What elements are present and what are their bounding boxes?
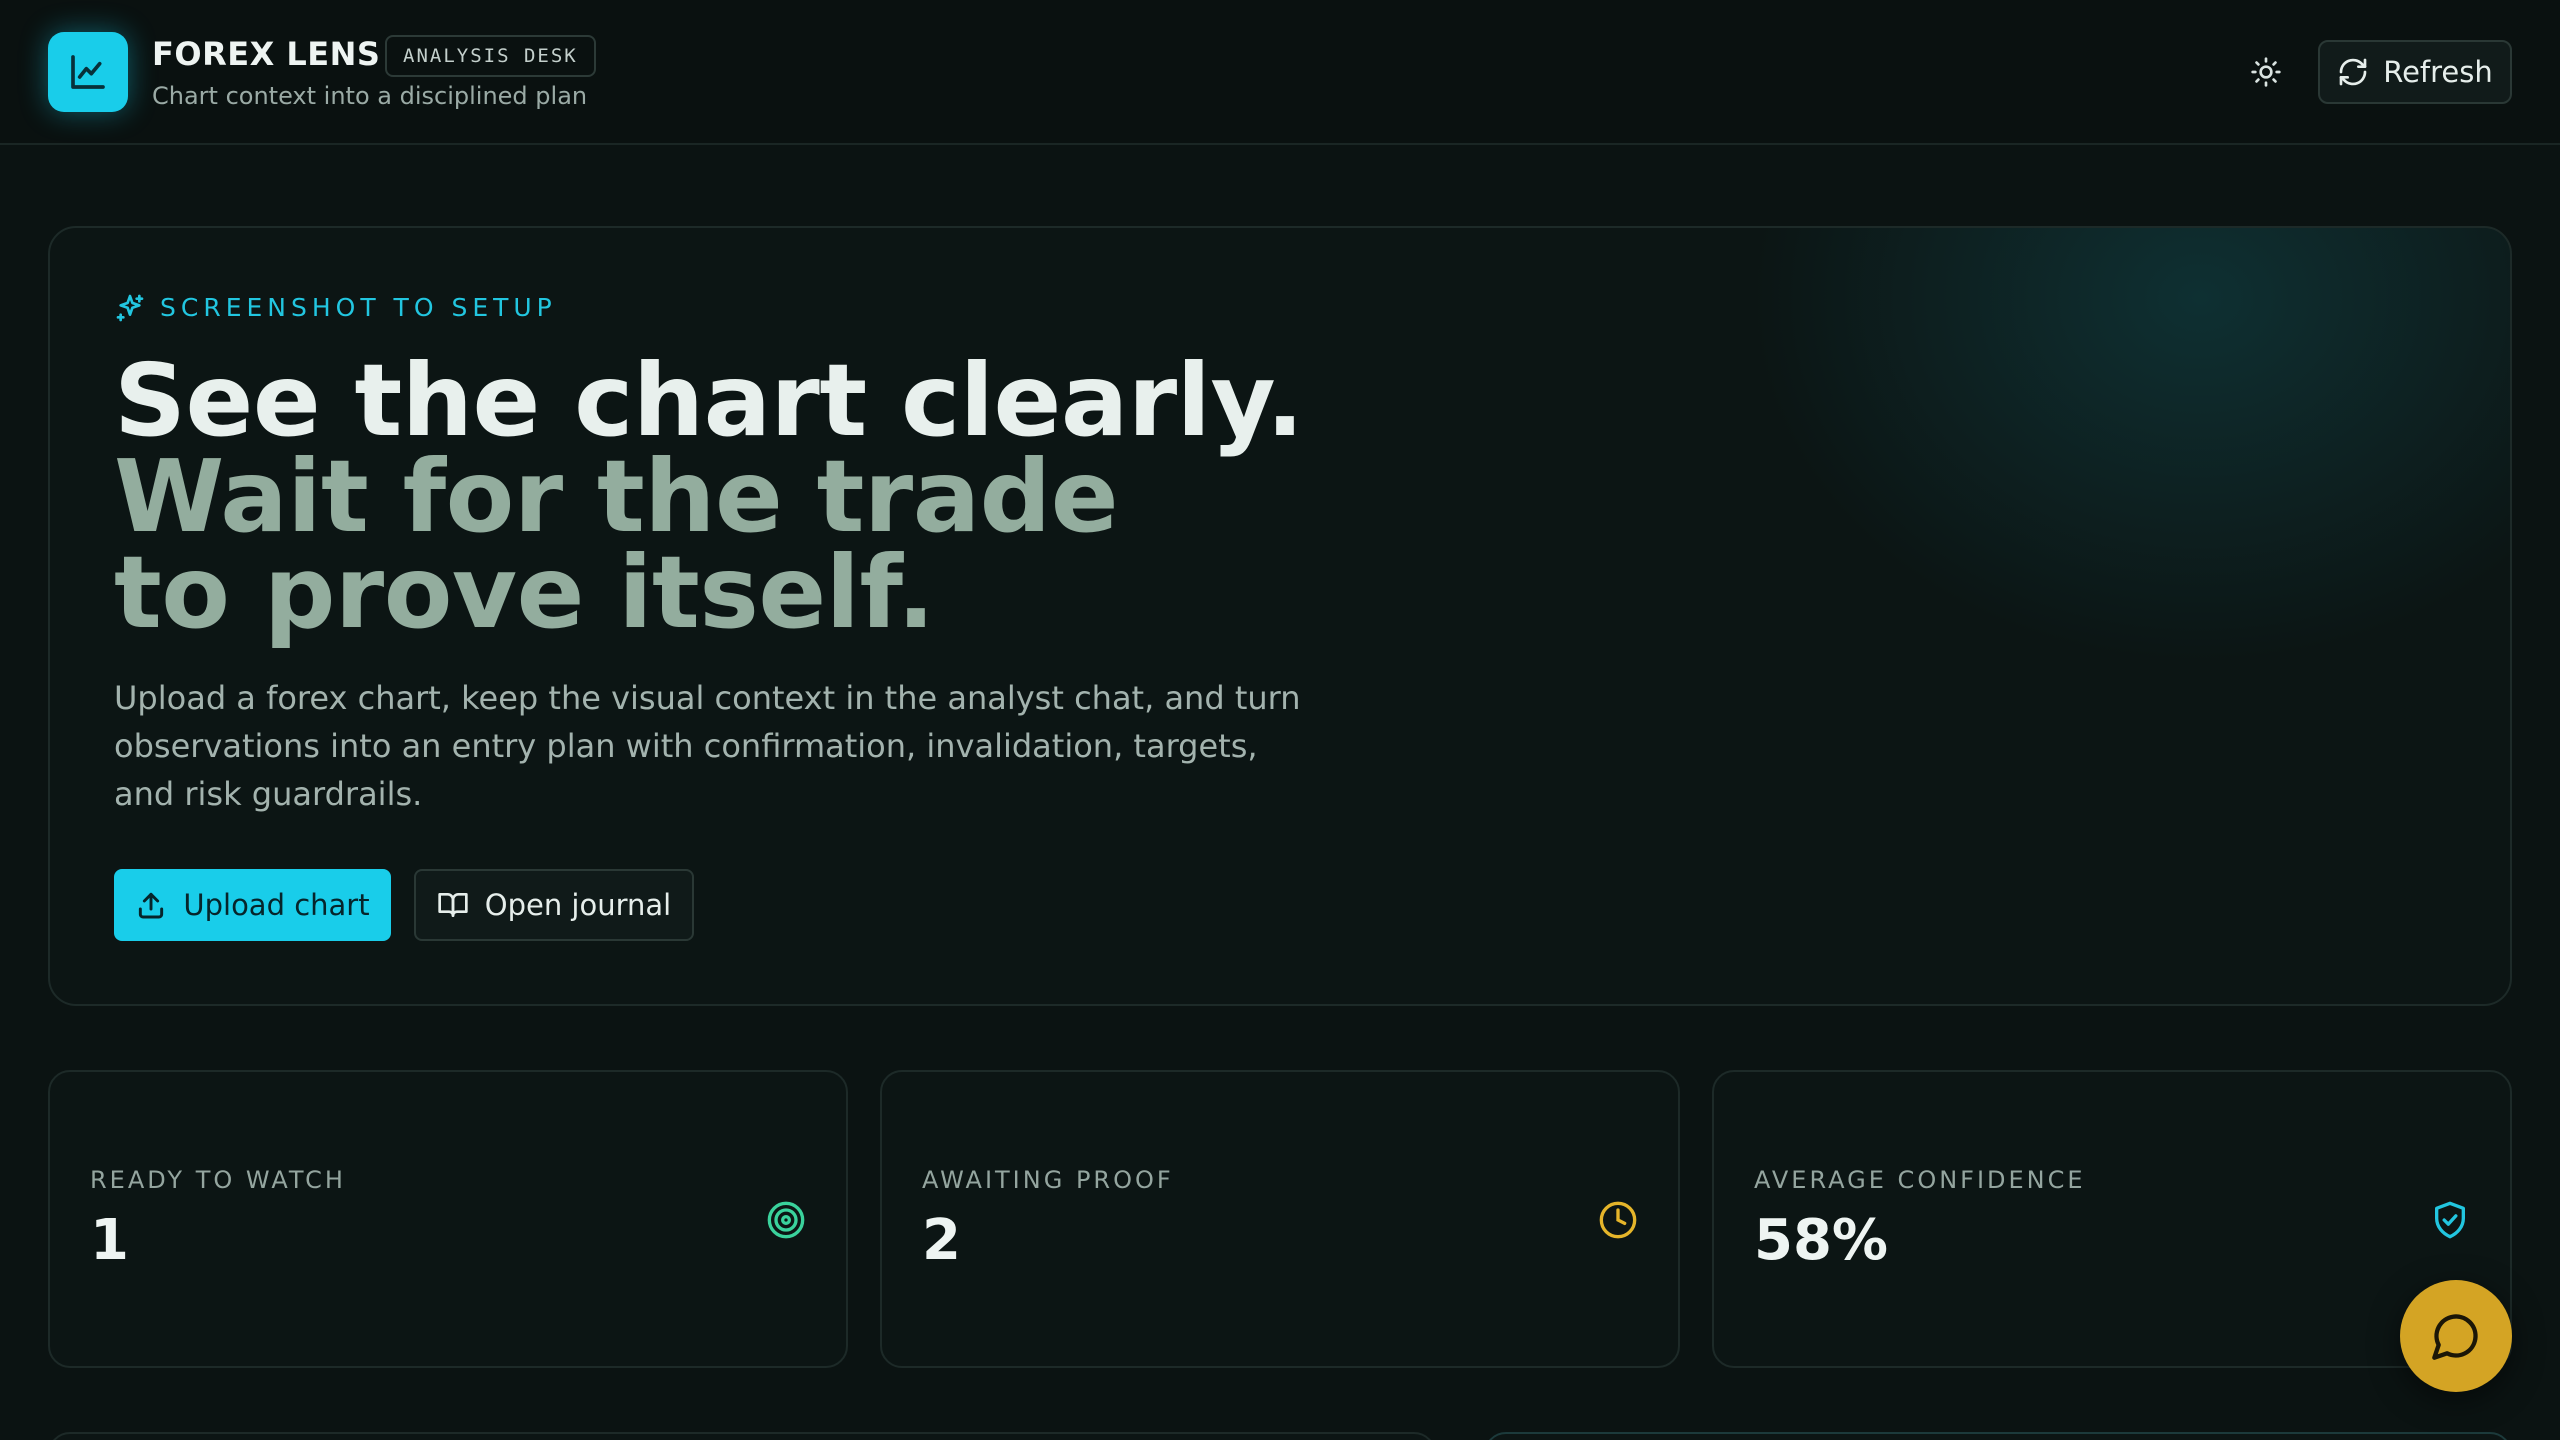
book-open-icon <box>438 893 468 917</box>
stat-icon-wrap <box>1598 1200 1638 1240</box>
stat-value: 1 <box>90 1208 129 1273</box>
stat-card-ready: READY TO WATCH 1 <box>48 1070 848 1368</box>
stat-label: AVERAGE CONFIDENCE <box>1754 1166 2086 1194</box>
shield-check-icon <box>2435 1201 2465 1239</box>
sun-icon <box>2251 57 2281 87</box>
hero-headline: See the chart clearly. Wait for the trad… <box>114 342 1304 651</box>
lower-panel-left <box>48 1432 1436 1440</box>
headline-line-1: See the chart clearly. <box>114 342 1304 459</box>
app-root: FOREX LENS ANALYSIS DESK Chart context i… <box>0 0 2560 1440</box>
upload-icon <box>139 892 164 919</box>
brand-logo[interactable] <box>48 32 128 112</box>
clock-icon <box>1599 1201 1637 1239</box>
hero-description: Upload a forex chart, keep the visual co… <box>114 679 1301 813</box>
stat-label: READY TO WATCH <box>90 1166 346 1194</box>
desk-badge: ANALYSIS DESK <box>385 35 596 77</box>
hero-eyebrow-text: SCREENSHOT TO SETUP <box>160 293 557 322</box>
chat-bubble-icon <box>2432 1314 2478 1360</box>
analyst-chat-button[interactable] <box>2400 1280 2512 1392</box>
upload-chart-label: Upload chart <box>183 888 370 922</box>
refresh-button[interactable]: Refresh <box>2318 40 2512 104</box>
headline-line-2: Wait for the trade <box>114 438 1119 555</box>
headline-line-3: to prove itself. <box>114 534 935 651</box>
line-chart-icon <box>71 55 105 89</box>
theme-toggle-button[interactable] <box>2246 52 2286 92</box>
hero-panel: SCREENSHOT TO SETUP See the chart clearl… <box>48 226 2512 1006</box>
sparkles-icon <box>116 294 144 322</box>
target-icon <box>767 1201 805 1239</box>
open-journal-button[interactable]: Open journal <box>414 869 694 941</box>
lower-panel-right <box>1484 1432 2512 1440</box>
stat-icon-wrap <box>2430 1200 2470 1240</box>
brand-tagline: Chart context into a disciplined plan <box>152 82 588 110</box>
stat-value: 58% <box>1754 1208 1889 1273</box>
upload-chart-button[interactable]: Upload chart <box>114 869 391 941</box>
top-header: FOREX LENS ANALYSIS DESK Chart context i… <box>0 0 2560 145</box>
stat-card-confidence: AVERAGE CONFIDENCE 58% <box>1712 1070 2512 1368</box>
refresh-label: Refresh <box>2383 55 2493 89</box>
refresh-icon <box>2339 58 2367 86</box>
stat-icon-wrap <box>766 1200 806 1240</box>
stat-value: 2 <box>922 1208 961 1273</box>
hero-eyebrow: SCREENSHOT TO SETUP <box>114 292 557 324</box>
stat-label: AWAITING PROOF <box>922 1166 1174 1194</box>
brand-name: FOREX LENS <box>152 35 381 73</box>
stat-card-awaiting: AWAITING PROOF 2 <box>880 1070 1680 1368</box>
open-journal-label: Open journal <box>484 888 672 922</box>
